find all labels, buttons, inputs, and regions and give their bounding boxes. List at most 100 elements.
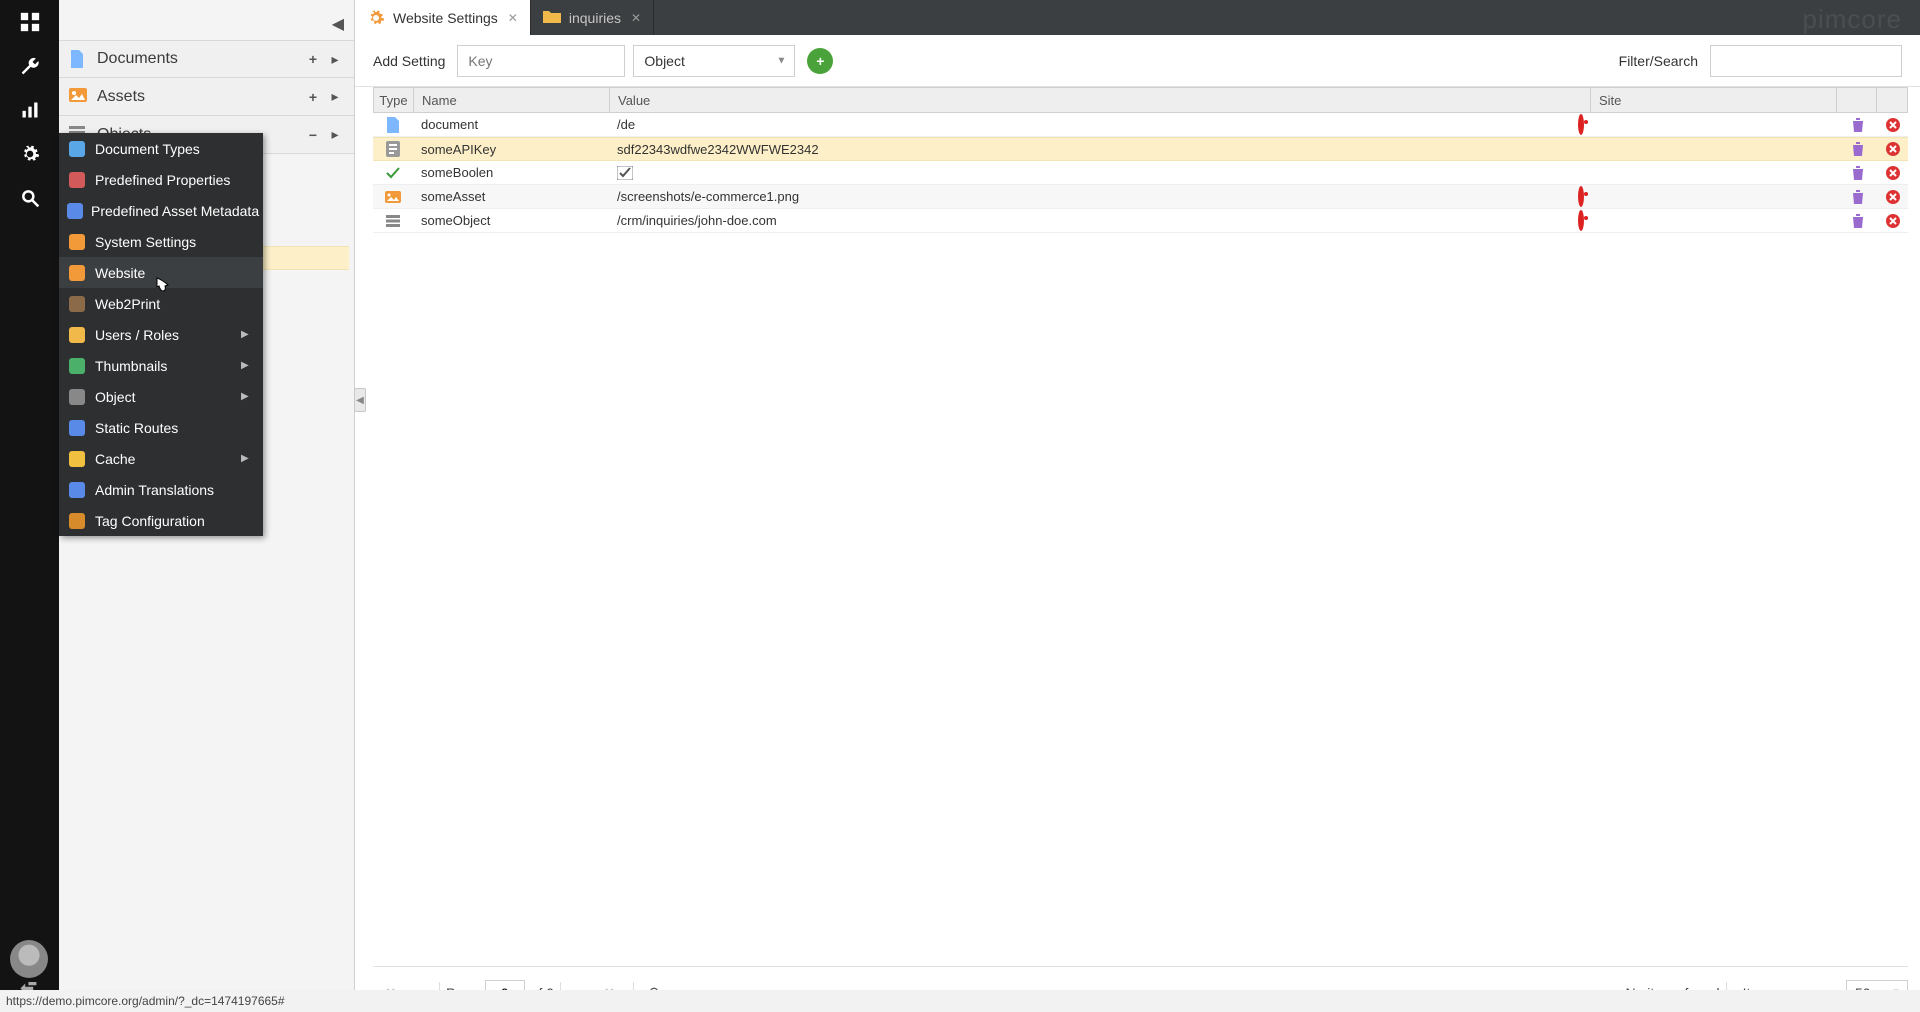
menu-item-label: Admin Translations bbox=[95, 482, 251, 498]
menu-item-object[interactable]: Object▶ bbox=[59, 381, 263, 412]
chevron-right-icon[interactable]: ▸ bbox=[326, 50, 344, 68]
cell-name: document bbox=[413, 117, 609, 132]
menu-item-users[interactable]: Users / Roles▶ bbox=[59, 319, 263, 350]
close-icon[interactable]: ✕ bbox=[631, 11, 641, 25]
chevron-right-icon[interactable]: ▸ bbox=[326, 88, 344, 106]
delete-icon[interactable] bbox=[1878, 118, 1908, 132]
delete-icon[interactable] bbox=[1878, 214, 1908, 228]
delete-icon[interactable] bbox=[1878, 190, 1908, 204]
nav-gear-icon[interactable] bbox=[0, 132, 59, 176]
cell-type-icon bbox=[373, 215, 413, 227]
gear-icon bbox=[367, 9, 385, 27]
status-bar: https://demo.pimcore.org/admin/?_dc=1474… bbox=[0, 990, 1920, 1012]
accordion-label: Assets bbox=[97, 88, 300, 106]
cell-type-icon bbox=[373, 141, 413, 157]
tab-inquiries[interactable]: inquiries ✕ bbox=[531, 0, 654, 35]
add-icon[interactable]: + bbox=[304, 50, 322, 68]
content-area: ◀ Website Settings ✕ inquiries ✕ pimcore… bbox=[355, 0, 1920, 1012]
menu-item-system[interactable]: System Settings bbox=[59, 226, 263, 257]
menu-item-web2print[interactable]: Web2Print bbox=[59, 288, 263, 319]
chevron-right-icon: ▶ bbox=[241, 391, 251, 402]
accordion-assets[interactable]: Assets + ▸ bbox=[59, 78, 354, 116]
menu-item-label: Document Types bbox=[95, 141, 251, 157]
nav-chart-icon[interactable] bbox=[0, 88, 59, 132]
menu-item-cache[interactable]: Cache▶ bbox=[59, 443, 263, 474]
grid-body: document/desomeAPIKeysdf22343wdfwe2342WW… bbox=[373, 113, 1908, 233]
target-icon[interactable] bbox=[1578, 117, 1584, 132]
nav-grid-icon[interactable] bbox=[0, 0, 59, 44]
type-select[interactable]: Object ▼ bbox=[633, 45, 795, 77]
col-site[interactable]: Site bbox=[1591, 88, 1837, 112]
type-select-value: Object bbox=[644, 53, 684, 69]
menu-item-label: Tag Configuration bbox=[95, 513, 251, 529]
brand-logo: pimcore bbox=[1803, 4, 1902, 35]
delete-icon[interactable] bbox=[1878, 166, 1908, 180]
menu-item-label: Web2Print bbox=[95, 296, 251, 312]
cell-value: sdf22343wdfwe2342WWFWE2342 bbox=[609, 142, 1592, 157]
menu-item-trans[interactable]: Admin Translations bbox=[59, 474, 263, 505]
menu-item-thumbs[interactable]: Thumbnails▶ bbox=[59, 350, 263, 381]
menu-item-label: Predefined Properties bbox=[95, 172, 251, 188]
sidebar-collapse-icon[interactable]: ◀ bbox=[332, 14, 344, 34]
menu-item-label: Static Routes bbox=[95, 420, 251, 436]
props-icon bbox=[67, 170, 87, 190]
nav-wrench-icon[interactable] bbox=[0, 44, 59, 88]
menu-item-routes[interactable]: Static Routes bbox=[59, 412, 263, 443]
target-icon[interactable] bbox=[1578, 213, 1584, 228]
system-icon bbox=[67, 232, 87, 252]
trash-icon[interactable] bbox=[1838, 142, 1878, 156]
target-icon[interactable] bbox=[1578, 189, 1584, 204]
document-icon bbox=[69, 50, 87, 68]
close-icon[interactable]: ✕ bbox=[508, 11, 518, 25]
cell-name: someBoolen bbox=[413, 165, 609, 180]
key-input[interactable] bbox=[457, 45, 625, 77]
menu-item-label: System Settings bbox=[95, 234, 251, 250]
menu-item-label: Users / Roles bbox=[95, 327, 241, 343]
trash-icon[interactable] bbox=[1838, 166, 1878, 180]
cell-type-icon bbox=[373, 166, 413, 180]
settings-context-menu: Document Types Predefined Properties Prede… bbox=[59, 133, 263, 536]
accordion-documents[interactable]: Documents + ▸ bbox=[59, 40, 354, 78]
col-trash bbox=[1837, 88, 1877, 112]
tab-label: inquiries bbox=[569, 10, 621, 26]
trash-icon[interactable] bbox=[1838, 190, 1878, 204]
cell-value: /screenshots/e-commerce1.png bbox=[609, 189, 1592, 204]
table-row[interactable]: document/de bbox=[373, 113, 1908, 137]
table-row[interactable]: someObject/crm/inquiries/john-doe.com bbox=[373, 209, 1908, 233]
splitter-handle[interactable]: ◀ bbox=[354, 388, 366, 412]
col-type[interactable]: Type bbox=[374, 88, 414, 112]
chevron-right-icon[interactable]: ▸ bbox=[326, 126, 344, 144]
filter-input[interactable] bbox=[1710, 45, 1902, 77]
col-value[interactable]: Value bbox=[610, 88, 1591, 112]
add-button[interactable]: + bbox=[807, 48, 833, 74]
remove-icon[interactable]: − bbox=[304, 126, 322, 144]
nav-search-icon[interactable] bbox=[0, 176, 59, 220]
web2print-icon bbox=[67, 294, 87, 314]
table-row[interactable]: someAPIKeysdf22343wdfwe2342WWFWE2342 bbox=[373, 137, 1908, 161]
table-row[interactable]: someAsset/screenshots/e-commerce1.png bbox=[373, 185, 1908, 209]
tab-website-settings[interactable]: Website Settings ✕ bbox=[355, 0, 531, 35]
table-row[interactable]: someBoolen bbox=[373, 161, 1908, 185]
trash-icon[interactable] bbox=[1838, 118, 1878, 132]
user-avatar[interactable] bbox=[10, 940, 48, 978]
object-icon bbox=[67, 387, 87, 407]
asset-meta-icon bbox=[67, 201, 83, 221]
folder-icon bbox=[543, 9, 561, 27]
menu-item-props[interactable]: Predefined Properties bbox=[59, 164, 263, 195]
doc-types-icon bbox=[67, 139, 87, 159]
cell-type-icon bbox=[373, 191, 413, 203]
menu-item-label: Object bbox=[95, 389, 241, 405]
menu-item-website[interactable]: Website bbox=[59, 257, 263, 288]
col-name[interactable]: Name bbox=[414, 88, 610, 112]
add-setting-toolbar: Add Setting Object ▼ + Filter/Search bbox=[355, 35, 1920, 87]
menu-item-tag[interactable]: Tag Configuration bbox=[59, 505, 263, 536]
menu-item-label: Predefined Asset Metadata bbox=[91, 203, 259, 219]
chevron-right-icon: ▶ bbox=[241, 360, 251, 371]
menu-item-doc-types[interactable]: Document Types bbox=[59, 133, 263, 164]
menu-item-asset-meta[interactable]: Predefined Asset Metadata bbox=[59, 195, 263, 226]
delete-icon[interactable] bbox=[1878, 142, 1908, 156]
trash-icon[interactable] bbox=[1838, 214, 1878, 228]
add-icon[interactable]: + bbox=[304, 88, 322, 106]
chevron-right-icon: ▶ bbox=[241, 453, 251, 464]
add-setting-label: Add Setting bbox=[373, 53, 445, 69]
